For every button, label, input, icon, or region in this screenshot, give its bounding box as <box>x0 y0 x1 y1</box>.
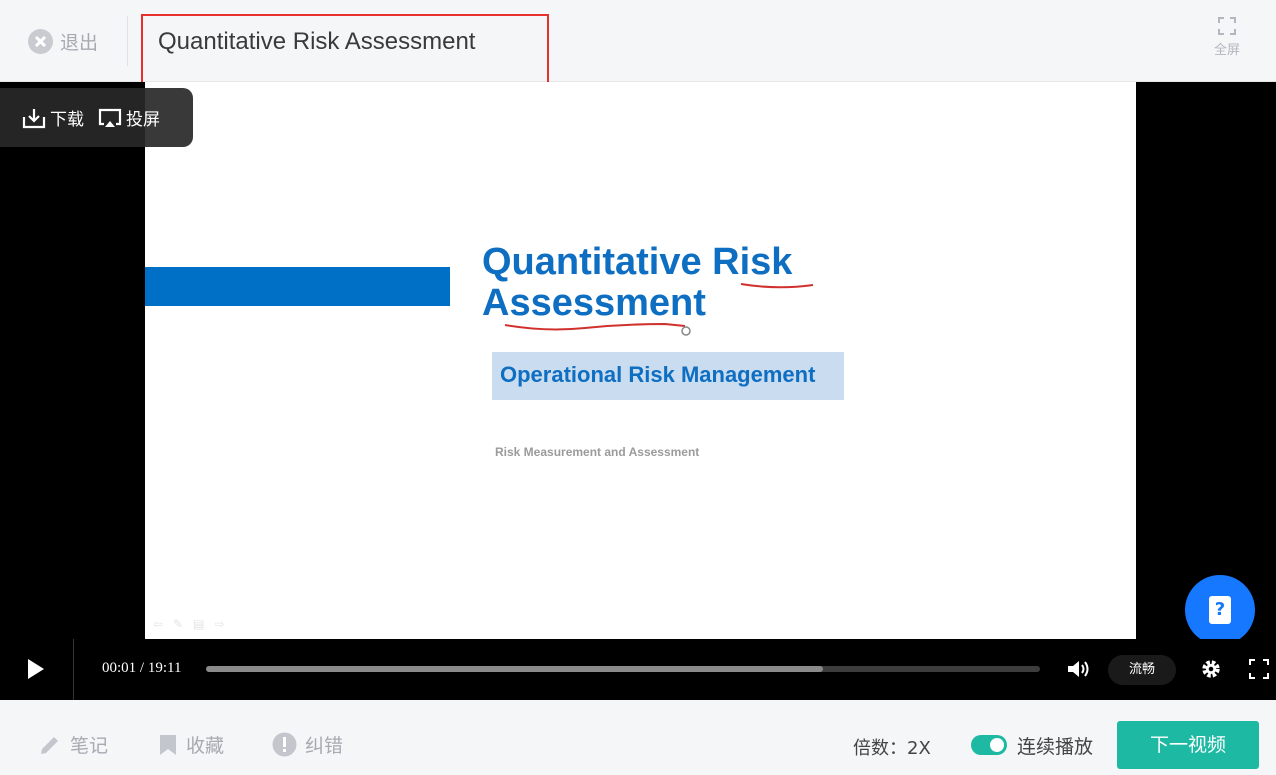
slide-toolbar-icons: ⇦✎▤⇨ <box>153 617 235 631</box>
bookmark-icon <box>160 734 176 755</box>
fullscreen-label: 全屏 <box>1213 43 1240 58</box>
progress-bar[interactable] <box>206 666 1040 672</box>
header: 退出 Quantitative Risk Assessment 全屏 <box>0 0 1276 87</box>
notes-button[interactable]: 笔记 <box>38 731 108 758</box>
report-error-button[interactable]: 纠错 <box>272 731 343 758</box>
help-icon: ? <box>1209 596 1231 624</box>
notes-label: 笔记 <box>70 735 109 757</box>
fullscreen-button[interactable]: 全屏 <box>1206 17 1248 58</box>
player-controls: 00:01 / 19:11 流畅 <box>0 639 1276 700</box>
video-player[interactable]: Quantitative Risk Assessment Operational… <box>0 82 1276 700</box>
cast-label: 投屏 <box>126 110 160 130</box>
exit-button[interactable]: 退出 <box>28 28 98 55</box>
cast-button[interactable]: 投屏 <box>98 105 160 130</box>
autoplay-label: 连续播放 <box>1017 736 1094 758</box>
report-error-label: 纠错 <box>305 735 344 757</box>
bottom-bar: 笔记 收藏 纠错 倍数：2X 连续播放 下一视频 <box>0 700 1276 775</box>
autoplay-toggle[interactable] <box>971 735 1007 755</box>
download-label: 下载 <box>50 110 84 130</box>
download-button[interactable]: 下载 <box>22 105 84 130</box>
player-top-actions: 下载 投屏 <box>0 88 193 147</box>
page-title: Quantitative Risk Assessment <box>158 28 476 55</box>
slide-subtitle: Operational Risk Management <box>500 362 816 387</box>
time-display: 00:01 / 19:11 <box>102 660 182 676</box>
slide-small-text: Risk Measurement and Assessment <box>495 445 700 459</box>
cast-icon <box>98 108 122 127</box>
close-circle-icon <box>28 29 53 54</box>
alert-icon <box>272 732 297 757</box>
gear-icon[interactable] <box>1200 658 1222 680</box>
next-video-button[interactable]: 下一视频 <box>1117 721 1259 769</box>
play-button[interactable] <box>0 639 74 700</box>
buffered-progress <box>206 666 824 672</box>
favorite-button[interactable]: 收藏 <box>158 731 224 758</box>
favorite-label: 收藏 <box>186 735 225 757</box>
fullscreen-icon <box>1218 17 1236 35</box>
video-frame: Quantitative Risk Assessment Operational… <box>145 82 1136 639</box>
download-icon <box>22 108 46 128</box>
pencil-icon <box>41 736 58 754</box>
exit-label: 退出 <box>60 32 99 54</box>
quality-selector[interactable]: 流畅 <box>1108 655 1176 685</box>
player-fullscreen-icon[interactable] <box>1249 659 1269 679</box>
header-divider <box>127 16 128 66</box>
help-button[interactable]: ? <box>1185 575 1255 645</box>
playback-speed[interactable]: 倍数：2X <box>853 734 931 760</box>
volume-icon[interactable] <box>1066 658 1090 680</box>
